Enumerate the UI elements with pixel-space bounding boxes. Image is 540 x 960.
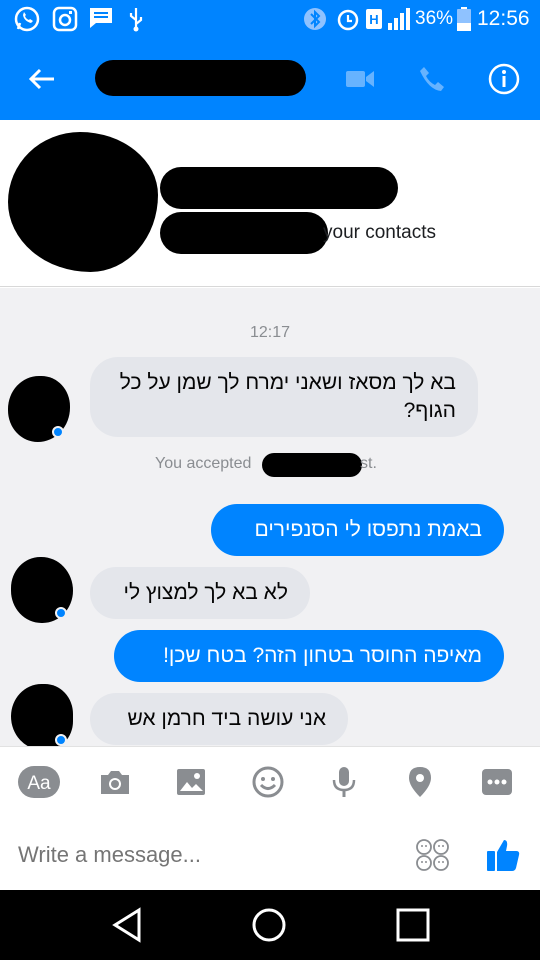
- message-bubble-incoming[interactable]: לא בא לך למצוץ לי: [90, 567, 310, 619]
- composer-toolbar: Aa: [0, 746, 540, 816]
- contact-card: your contacts: [0, 120, 540, 287]
- composer: [0, 816, 540, 890]
- smiley-icon[interactable]: [248, 764, 288, 800]
- back-arrow-icon[interactable]: [22, 59, 62, 99]
- phone-call-icon[interactable]: [412, 59, 452, 99]
- avatar[interactable]: [8, 376, 70, 442]
- gallery-icon[interactable]: [171, 764, 211, 800]
- contact-subtitle: your contacts: [323, 222, 436, 243]
- bluetooth-icon: [303, 6, 327, 37]
- svg-text:H: H: [369, 12, 378, 27]
- avatar[interactable]: [11, 684, 73, 746]
- alarm-icon: [336, 6, 360, 37]
- status-bar: H 36% 12:56: [0, 0, 540, 37]
- recents-square-icon[interactable]: [393, 905, 433, 945]
- system-message-end: st.: [360, 455, 377, 472]
- camera-icon[interactable]: [95, 764, 135, 800]
- battery-icon: [456, 6, 472, 37]
- status-time: 12:56: [477, 7, 530, 30]
- avatar[interactable]: [11, 557, 73, 623]
- data-icon: H: [365, 6, 383, 37]
- message-bubble-incoming[interactable]: אני עושה ביד חרמן אש: [90, 693, 348, 745]
- like-icon[interactable]: [484, 834, 524, 874]
- message-bubble-incoming[interactable]: בא לך מסאז ושאני ימרח לך שמן על כל הגוף?: [90, 357, 478, 437]
- redacted-contact-name: [95, 60, 306, 96]
- message-bubble-outgoing[interactable]: מאיפה החוסר בטחון הזה? בטח שכן!: [114, 630, 504, 682]
- home-circle-icon[interactable]: [249, 905, 289, 945]
- conversation-header: [0, 37, 540, 120]
- emoji-faces-icon[interactable]: [414, 838, 452, 872]
- usb-icon: [127, 6, 145, 37]
- whatsapp-icon: [14, 6, 40, 37]
- redacted-system-text: [262, 453, 362, 477]
- location-icon[interactable]: [400, 764, 440, 800]
- redacted-profile-picture: [8, 132, 158, 272]
- signal-icon: [386, 6, 412, 37]
- aa-label: Aa: [27, 773, 51, 794]
- battery-percent: 36%: [415, 8, 454, 29]
- aa-icon[interactable]: Aa: [18, 764, 60, 800]
- message-bubble-outgoing[interactable]: באמת נתפסו לי הסנפירים: [211, 504, 504, 556]
- android-nav-bar: [0, 890, 540, 960]
- info-icon[interactable]: [484, 59, 524, 99]
- more-icon[interactable]: [477, 764, 517, 800]
- message-icon: [88, 6, 114, 35]
- message-input[interactable]: [18, 840, 398, 870]
- back-triangle-icon[interactable]: [107, 905, 147, 945]
- redacted-contact-title: [160, 167, 398, 209]
- instagram-icon: [52, 6, 78, 37]
- microphone-icon[interactable]: [324, 764, 364, 800]
- message-list[interactable]: 12:17 בא לך מסאז ושאני ימרח לך שמן על כל…: [0, 288, 540, 746]
- redacted-contact-info: [160, 212, 328, 254]
- video-call-icon[interactable]: [340, 59, 380, 99]
- message-timestamp: 12:17: [249, 324, 291, 341]
- system-message-start: You accepted: [155, 455, 252, 472]
